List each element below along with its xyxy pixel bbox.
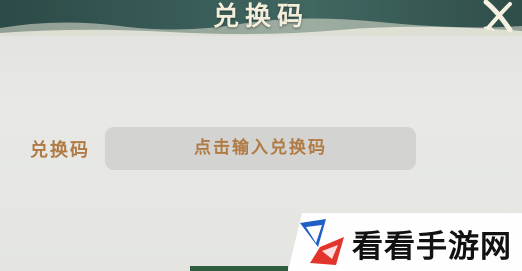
redeem-code-input[interactable]: 点击输入兑换码 xyxy=(105,127,416,170)
watermark-site-name: 看看手游网 xyxy=(352,229,512,265)
dialog-header: 兑换码 xyxy=(0,0,522,36)
close-x-icon xyxy=(483,0,513,33)
kankan-logo-icon xyxy=(300,219,344,265)
close-button[interactable] xyxy=(482,0,516,34)
dialog-title: 兑换码 xyxy=(212,2,309,32)
redeem-code-label: 兑换码 xyxy=(30,140,90,161)
site-watermark: 看看手游网 xyxy=(288,213,522,271)
confirm-button-edge[interactable] xyxy=(190,266,288,271)
